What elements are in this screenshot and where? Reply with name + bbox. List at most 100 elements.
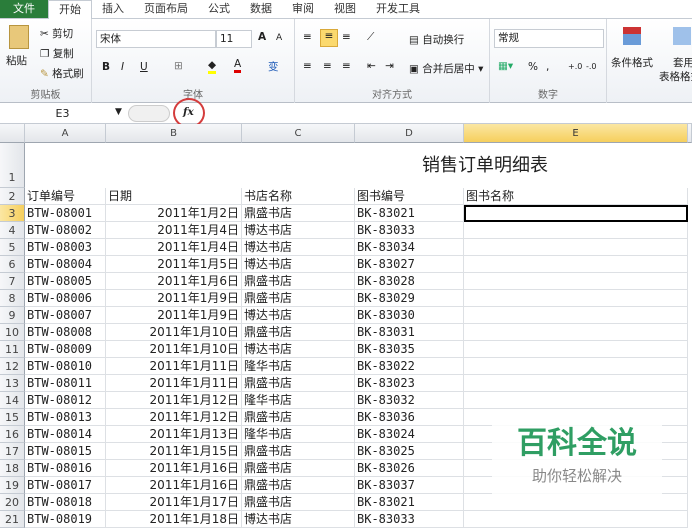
table-cell[interactable]: 2011年1月18日: [106, 511, 242, 528]
table-cell[interactable]: 2011年1月13日: [106, 426, 242, 443]
align-middle-icon[interactable]: ≡: [320, 29, 338, 47]
header-cell[interactable]: 书店名称: [242, 188, 355, 205]
table-cell[interactable]: 博达书店: [242, 222, 355, 239]
book-name-cell[interactable]: [464, 494, 688, 511]
row-header[interactable]: 10: [0, 324, 25, 341]
book-name-cell[interactable]: [464, 341, 688, 358]
table-cell[interactable]: BTW-08004: [25, 256, 106, 273]
cut-button[interactable]: ✂ 剪切: [40, 26, 73, 41]
table-cell[interactable]: BK-83021: [355, 205, 464, 222]
align-left-icon[interactable]: ≡: [303, 60, 312, 72]
table-cell[interactable]: BTW-08005: [25, 273, 106, 290]
column-header-a[interactable]: A: [25, 124, 106, 143]
table-cell[interactable]: BTW-08016: [25, 460, 106, 477]
table-cell[interactable]: BTW-08014: [25, 426, 106, 443]
header-cell[interactable]: 图书编号: [355, 188, 464, 205]
tab-file[interactable]: 文件: [0, 0, 48, 18]
row-header[interactable]: 20: [0, 494, 25, 511]
table-cell[interactable]: BK-83034: [355, 239, 464, 256]
table-cell[interactable]: 隆华书店: [242, 358, 355, 375]
table-cell[interactable]: BTW-08015: [25, 443, 106, 460]
table-cell[interactable]: BK-83033: [355, 222, 464, 239]
align-right-icon[interactable]: ≡: [342, 60, 351, 72]
table-cell[interactable]: 2011年1月17日: [106, 494, 242, 511]
row-header[interactable]: 2: [0, 188, 25, 205]
table-cell[interactable]: 鼎盛书店: [242, 290, 355, 307]
italic-button[interactable]: I: [121, 61, 124, 73]
table-cell[interactable]: BTW-08011: [25, 375, 106, 392]
conditional-format-button[interactable]: 条件格式: [611, 55, 653, 70]
table-cell[interactable]: BK-83033: [355, 511, 464, 528]
book-name-cell[interactable]: [464, 239, 688, 256]
table-cell[interactable]: 鼎盛书店: [242, 443, 355, 460]
row-header[interactable]: 13: [0, 375, 25, 392]
increase-indent-icon[interactable]: ⇥: [385, 60, 394, 72]
currency-icon[interactable]: ▦▾: [498, 60, 513, 72]
increase-decimal-button[interactable]: +.0: [568, 62, 582, 71]
table-cell[interactable]: 2011年1月16日: [106, 460, 242, 477]
paste-button[interactable]: 粘贴: [6, 53, 27, 68]
header-cell[interactable]: 订单编号: [25, 188, 106, 205]
copy-button[interactable]: ❐ 复制: [40, 46, 74, 61]
table-cell[interactable]: 2011年1月2日: [106, 205, 242, 222]
table-cell[interactable]: BK-83028: [355, 273, 464, 290]
chevron-down-icon[interactable]: ▼: [115, 107, 122, 117]
header-cell[interactable]: 日期: [106, 188, 242, 205]
book-name-cell[interactable]: [464, 392, 688, 409]
table-cell[interactable]: BTW-08003: [25, 239, 106, 256]
table-cell[interactable]: BTW-08013: [25, 409, 106, 426]
wrap-text-button[interactable]: ▤ 自动换行: [409, 32, 464, 47]
table-cell[interactable]: BK-83036: [355, 409, 464, 426]
table-cell[interactable]: 鼎盛书店: [242, 460, 355, 477]
table-cell[interactable]: BK-83032: [355, 392, 464, 409]
border-icon[interactable]: ⊞: [174, 60, 183, 72]
align-bottom-icon[interactable]: ≡: [342, 31, 351, 43]
row-header[interactable]: 1: [0, 143, 25, 188]
row-header[interactable]: 6: [0, 256, 25, 273]
book-name-cell[interactable]: [464, 324, 688, 341]
table-cell[interactable]: BTW-08008: [25, 324, 106, 341]
book-name-cell[interactable]: [464, 307, 688, 324]
row-header[interactable]: 17: [0, 443, 25, 460]
table-cell[interactable]: 鼎盛书店: [242, 477, 355, 494]
table-cell[interactable]: BTW-08018: [25, 494, 106, 511]
table-cell[interactable]: 2011年1月4日: [106, 222, 242, 239]
shrink-font-button[interactable]: A: [276, 33, 282, 43]
row-header[interactable]: 12: [0, 358, 25, 375]
book-name-cell[interactable]: [464, 273, 688, 290]
table-cell[interactable]: BK-83030: [355, 307, 464, 324]
column-header-f[interactable]: [688, 124, 692, 143]
column-header-d[interactable]: D: [355, 124, 464, 143]
orientation-icon[interactable]: ⟋: [367, 31, 374, 44]
table-cell[interactable]: 2011年1月6日: [106, 273, 242, 290]
book-name-cell[interactable]: [464, 511, 688, 528]
active-cell-e3[interactable]: [464, 205, 688, 222]
sheet-title[interactable]: 销售订单明细表: [25, 143, 688, 188]
row-header[interactable]: 15: [0, 409, 25, 426]
table-cell[interactable]: BK-83024: [355, 426, 464, 443]
align-center-icon[interactable]: ≡: [323, 60, 332, 72]
table-format-button[interactable]: 套用: [673, 55, 692, 70]
table-cell[interactable]: 2011年1月10日: [106, 341, 242, 358]
table-cell[interactable]: BK-83027: [355, 256, 464, 273]
table-cell[interactable]: 2011年1月10日: [106, 324, 242, 341]
row-header[interactable]: 8: [0, 290, 25, 307]
table-cell[interactable]: 博达书店: [242, 341, 355, 358]
tab-data[interactable]: 数据: [240, 0, 282, 18]
table-cell[interactable]: 隆华书店: [242, 426, 355, 443]
tab-developer[interactable]: 开发工具: [366, 0, 430, 18]
formula-input[interactable]: [208, 105, 692, 122]
font-color-button[interactable]: A: [234, 58, 242, 73]
fill-color-icon[interactable]: ◆: [208, 59, 217, 74]
header-cell[interactable]: 图书名称: [464, 188, 688, 205]
table-cell[interactable]: BTW-08019: [25, 511, 106, 528]
row-header[interactable]: 19: [0, 477, 25, 494]
column-header-b[interactable]: B: [106, 124, 242, 143]
tab-view[interactable]: 视图: [324, 0, 366, 18]
font-name-select[interactable]: 宋体: [96, 30, 216, 48]
paste-icon[interactable]: [9, 25, 29, 49]
table-cell[interactable]: 博达书店: [242, 256, 355, 273]
book-name-cell[interactable]: [464, 256, 688, 273]
row-header[interactable]: 16: [0, 426, 25, 443]
tab-formulas[interactable]: 公式: [198, 0, 240, 18]
